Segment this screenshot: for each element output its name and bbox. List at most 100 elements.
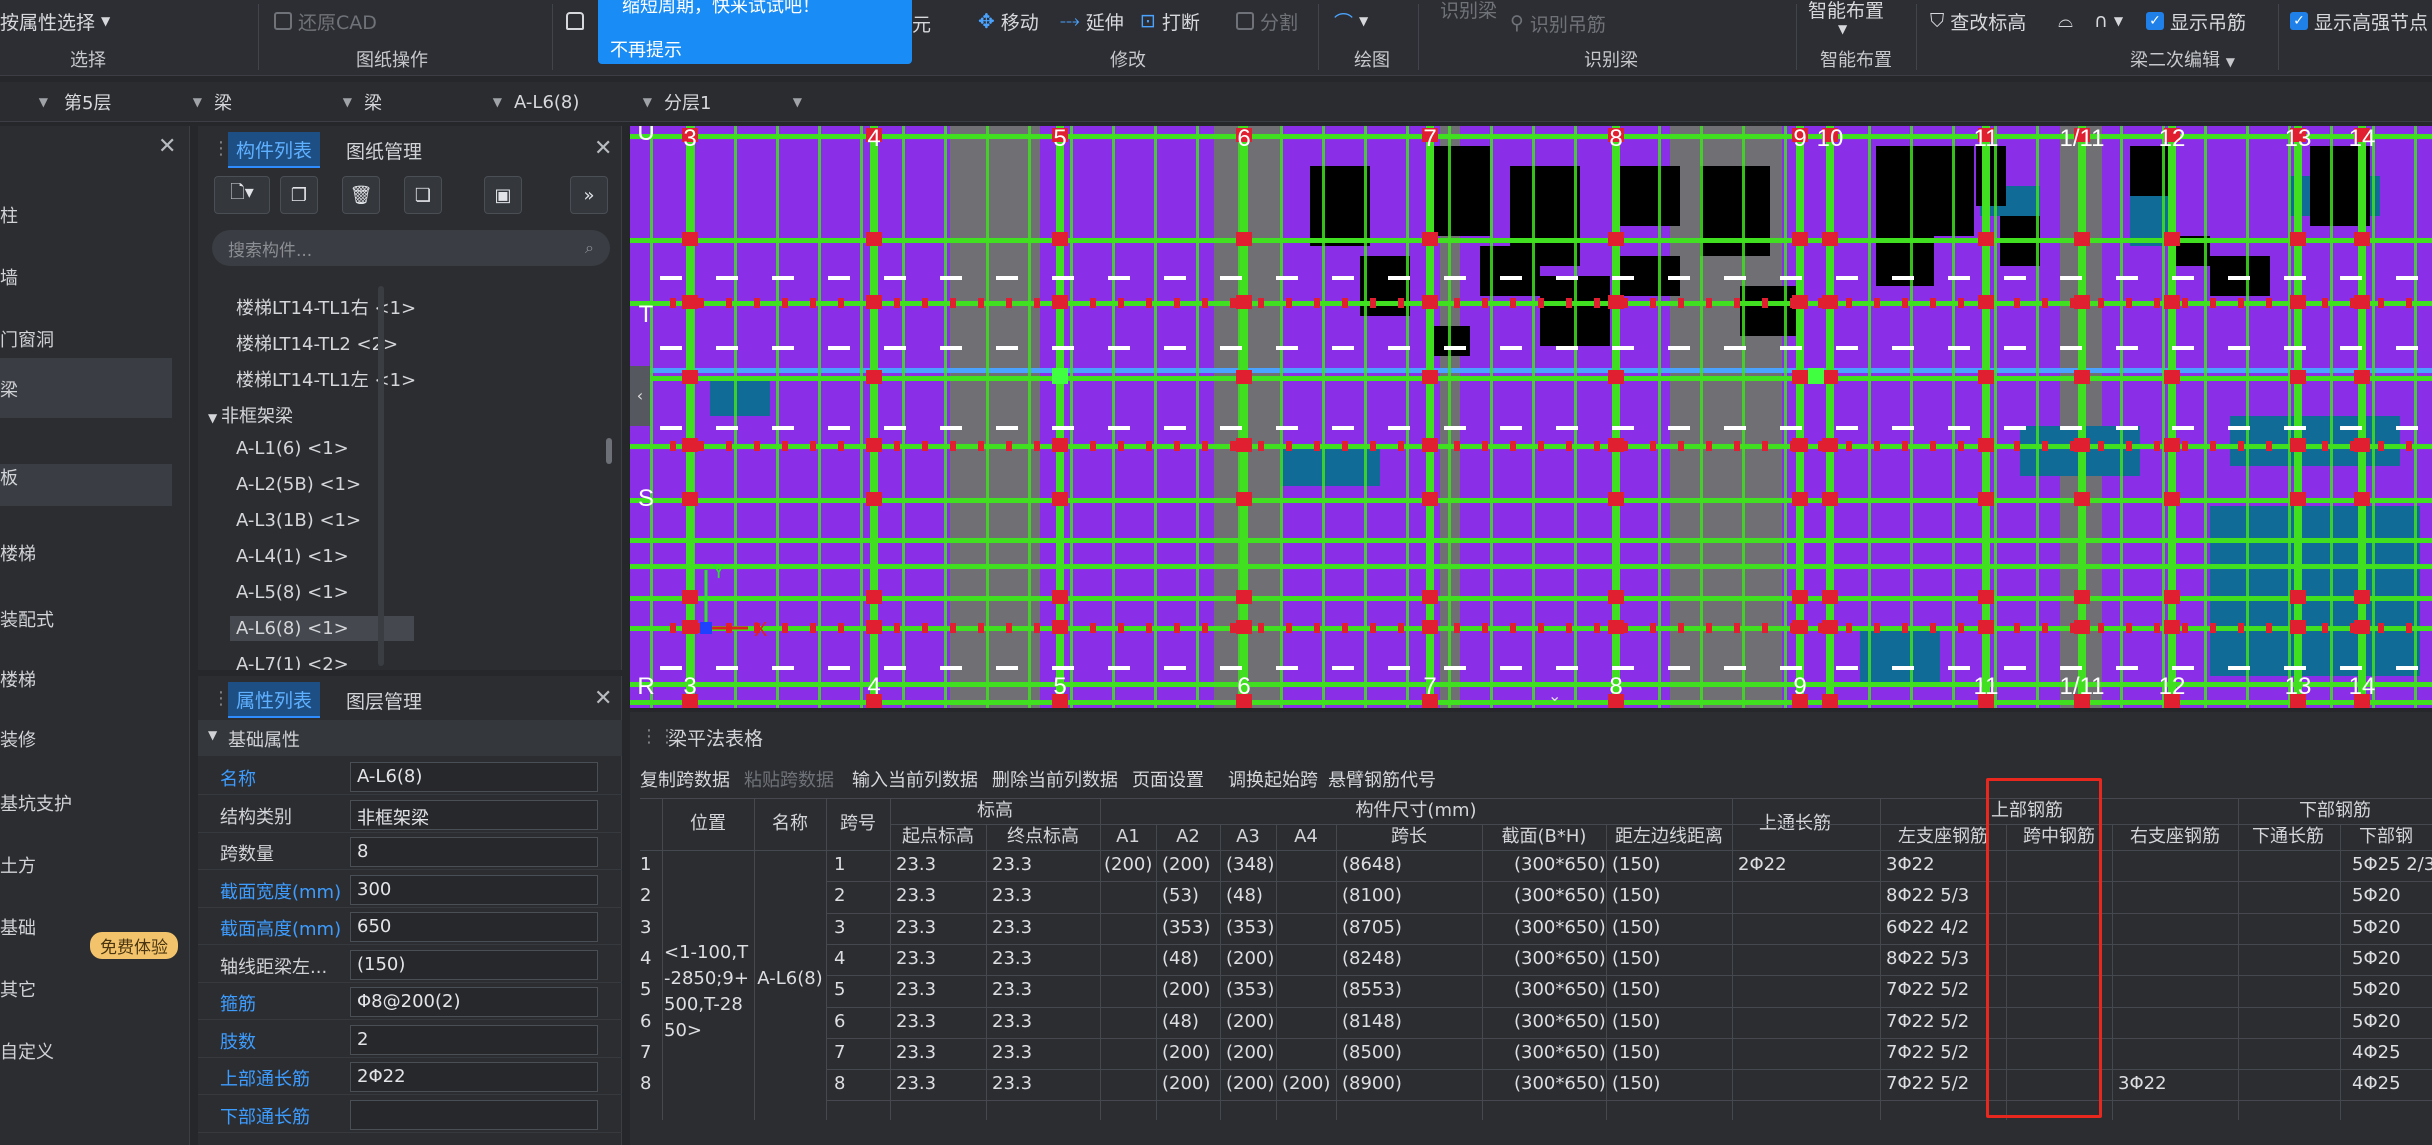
- property-value-input[interactable]: 650: [350, 912, 598, 942]
- lock-icon[interactable]: [566, 8, 584, 34]
- nav-item[interactable]: 自定义: [0, 1038, 54, 1064]
- scrollbar-thumb[interactable]: [606, 438, 612, 464]
- nav-item[interactable]: 柱: [0, 202, 18, 228]
- table-cell-sec[interactable]: (300*650): [1514, 917, 1606, 938]
- table-cell-end[interactable]: 23.3: [992, 885, 1100, 906]
- table-cell-a2[interactable]: (353): [1162, 917, 1220, 938]
- table-cell-bot[interactable]: 4Φ25: [2352, 1042, 2432, 1063]
- nav-item[interactable]: 门窗洞: [0, 326, 54, 352]
- nav-item[interactable]: 基础: [0, 914, 36, 940]
- search-input[interactable]: 搜索构件... ⌕: [212, 230, 610, 266]
- property-value-input[interactable]: 2Φ22: [350, 1062, 598, 1092]
- table-cell-off[interactable]: (150): [1612, 1011, 1732, 1032]
- table-cell-len[interactable]: (8553): [1342, 979, 1482, 1000]
- component-select[interactable]: A-L6(8) ▼: [508, 88, 658, 116]
- table-cell-end[interactable]: 23.3: [992, 854, 1100, 875]
- collapse-down-icon[interactable]: ⌄: [1548, 686, 1561, 705]
- filter-dropdown-0[interactable]: ▼: [0, 88, 54, 116]
- table-cell-span[interactable]: 3: [834, 917, 890, 938]
- table-cell-a2[interactable]: (53): [1162, 885, 1220, 906]
- table-cell-len[interactable]: (8900): [1342, 1073, 1482, 1094]
- property-value-input[interactable]: (150): [350, 949, 598, 980]
- show-hanger-checkbox[interactable]: ✓ 显示吊筋: [2146, 8, 2246, 34]
- extend-button[interactable]: ⤏ 延伸: [1060, 8, 1124, 34]
- table-cell-len[interactable]: (8648): [1342, 854, 1482, 875]
- table-cell-a3[interactable]: (200): [1226, 1011, 1276, 1032]
- table-cell-start[interactable]: 23.3: [896, 948, 986, 969]
- table-tool-button[interactable]: 悬臂钢筋代号: [1328, 766, 1436, 792]
- table-cell-start[interactable]: 23.3: [896, 1073, 986, 1094]
- table-cell-off[interactable]: (150): [1612, 979, 1732, 1000]
- section-header[interactable]: ▼ 基础属性: [198, 720, 622, 756]
- draw-arc-button[interactable]: ⌒ ▼: [1334, 8, 1368, 34]
- table-cell-len[interactable]: (8148): [1342, 1011, 1482, 1032]
- close-icon[interactable]: ✕: [594, 686, 612, 711]
- table-cell-sec[interactable]: (300*650): [1514, 885, 1606, 906]
- property-value-input[interactable]: Φ8@200(2): [350, 987, 598, 1017]
- type-select[interactable]: 梁 ▼: [208, 88, 358, 116]
- table-cell-span[interactable]: 4: [834, 948, 890, 969]
- layer-copy-button[interactable]: ❏: [404, 176, 442, 214]
- table-cell-a4[interactable]: (200): [1282, 1073, 1336, 1094]
- table-cell-end[interactable]: 23.3: [992, 1011, 1100, 1032]
- drawing-canvas[interactable]: 3 4 5 6 7 8 9 10 11 1/11 12 13 14 3 4 5 6 7 8 9 11 1/11 12 13 14…: [630, 126, 2432, 708]
- popup-dismiss-button[interactable]: 不再提示: [610, 36, 682, 62]
- table-cell-a2[interactable]: (200): [1162, 979, 1220, 1000]
- table-cell-a3[interactable]: (200): [1226, 1073, 1276, 1094]
- break-button[interactable]: ⊡ 打断: [1140, 8, 1200, 34]
- property-value-input[interactable]: 非框架梁: [350, 799, 598, 830]
- property-value-input[interactable]: 8: [350, 837, 598, 867]
- table-cell-end[interactable]: 23.3: [992, 917, 1100, 938]
- table-cell-span[interactable]: 6: [834, 1011, 890, 1032]
- tree-item-beam[interactable]: A-L1(6) <1>: [236, 438, 349, 459]
- tab-component-list[interactable]: 构件列表: [228, 132, 321, 168]
- nav-item[interactable]: 楼梯: [0, 540, 36, 566]
- hanger-display-dropdown[interactable]: ∩ ▼: [2094, 8, 2123, 34]
- more-button[interactable]: »: [570, 176, 608, 214]
- table-cell-off[interactable]: (150): [1612, 885, 1732, 906]
- table-cell-bot[interactable]: 4Φ25: [2352, 1073, 2432, 1094]
- table-cell-len[interactable]: (8500): [1342, 1042, 1482, 1063]
- tree-item-beam[interactable]: A-L2(5B) <1>: [236, 474, 361, 495]
- table-cell-span[interactable]: 7: [834, 1042, 890, 1063]
- table-cell-end[interactable]: 23.3: [992, 1073, 1100, 1094]
- table-tool-button[interactable]: 输入当前列数据: [852, 766, 978, 792]
- table-cell-a3[interactable]: (353): [1226, 917, 1276, 938]
- table-cell-sec[interactable]: (300*650): [1514, 979, 1606, 1000]
- copy-button[interactable]: ❐: [280, 176, 318, 214]
- select-by-attr-button[interactable]: 按属性选择 ▼: [0, 8, 110, 34]
- table-cell-off[interactable]: (150): [1612, 948, 1732, 969]
- table-cell-a3[interactable]: (200): [1226, 1042, 1276, 1063]
- table-cell-a2[interactable]: (48): [1162, 948, 1220, 969]
- cad-drawing[interactable]: 3 4 5 6 7 8 9 10 11 1/11 12 13 14 3 4 5 6 7 8 9 11 1/11 12 13 14…: [630, 126, 2432, 708]
- tree-item-beam[interactable]: A-L6(8) <1>: [230, 616, 414, 641]
- table-cell-top[interactable]: 2Φ22: [1738, 854, 1874, 875]
- show-strong-node-checkbox[interactable]: ✓ 显示高强节点: [2290, 8, 2428, 34]
- table-tool-button[interactable]: 复制跨数据: [640, 766, 730, 792]
- table-cell-end[interactable]: 23.3: [992, 1042, 1100, 1063]
- check-elevation-button[interactable]: ⛉ 查改标高: [1930, 8, 2026, 34]
- arch-icon[interactable]: ⌓: [2058, 8, 2073, 34]
- table-cell-off[interactable]: (150): [1612, 917, 1732, 938]
- table-cell-a2[interactable]: (200): [1162, 854, 1220, 875]
- close-icon[interactable]: ✕: [594, 136, 612, 161]
- table-cell-bot[interactable]: 5Φ20: [2352, 1011, 2432, 1032]
- table-cell-end[interactable]: 23.3: [992, 979, 1100, 1000]
- table-tool-button[interactable]: 粘贴跨数据: [744, 766, 834, 792]
- split-button[interactable]: 分割: [1236, 8, 1298, 34]
- table-cell-right[interactable]: 3Φ22: [2118, 1073, 2238, 1094]
- table-cell-start[interactable]: 23.3: [896, 979, 986, 1000]
- table-cell-span[interactable]: 5: [834, 979, 890, 1000]
- table-cell-a2[interactable]: (200): [1162, 1073, 1220, 1094]
- table-cell-sec[interactable]: (300*650): [1514, 854, 1606, 875]
- nav-item[interactable]: 墙: [0, 264, 18, 290]
- restore-cad-button[interactable]: 还原CAD: [274, 8, 377, 34]
- table-cell-bot[interactable]: 5Φ20: [2352, 979, 2432, 1000]
- free-trial-badge[interactable]: 免费体验: [90, 932, 178, 959]
- delete-button[interactable]: 🗑: [342, 176, 380, 214]
- tree-group[interactable]: ▼ 非框架梁: [208, 402, 293, 428]
- nav-item[interactable]: 板: [0, 464, 172, 506]
- identify-hanger-button[interactable]: ⚲ 识别吊筋: [1510, 10, 1606, 36]
- nav-item[interactable]: 梁: [0, 358, 172, 418]
- merged-position-cell[interactable]: <1-100,T-2850;9+500,T-2850>: [664, 940, 752, 1044]
